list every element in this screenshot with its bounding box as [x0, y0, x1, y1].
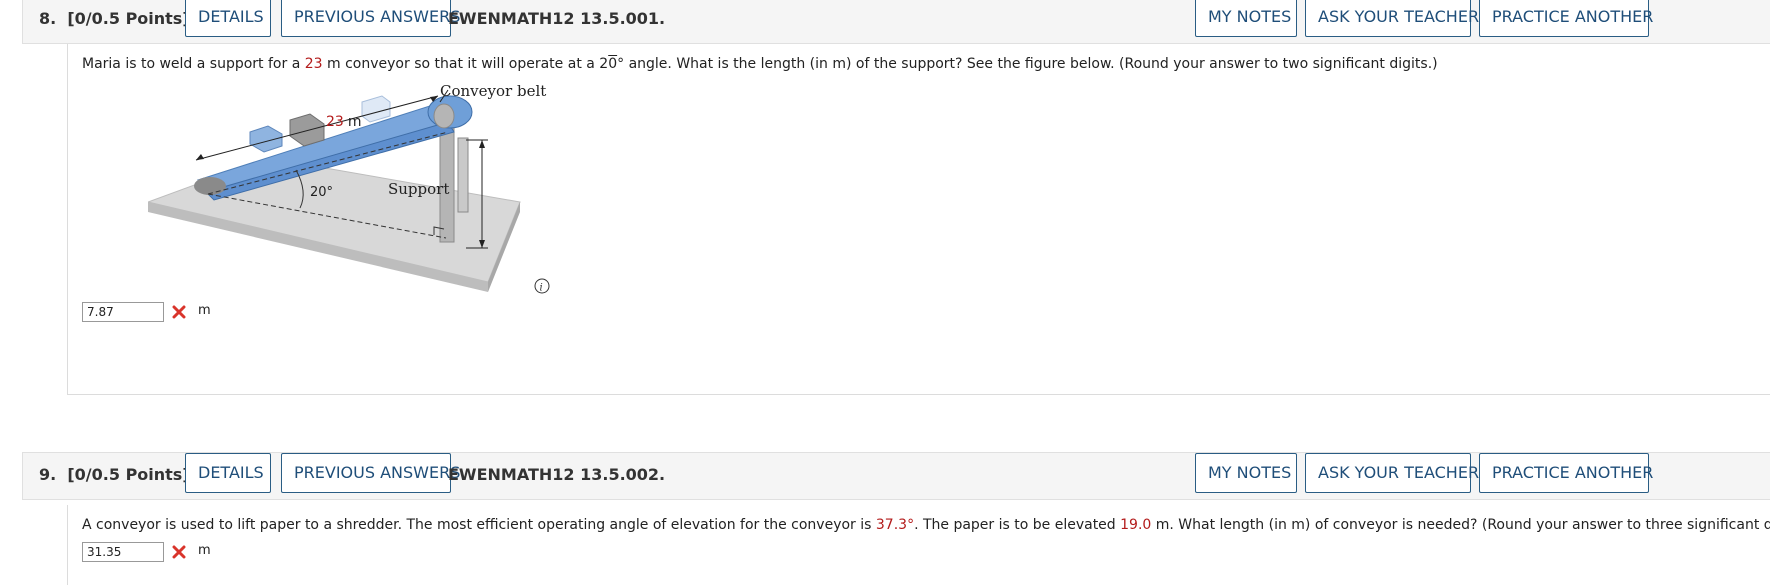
question-8-text: Maria is to weld a support for a 23 m co…: [82, 56, 1438, 72]
support-post-back: [457, 137, 469, 213]
question-8-header: 8. [0/0.5 Points] DETAILS PREVIOUS ANSWE…: [22, 0, 1770, 44]
conveyor-figure: Conveyor belt 23 m 20° Support i: [148, 82, 550, 294]
question-8-code: EWENMATH12 13.5.001.: [448, 9, 666, 28]
question-8-number: 8. [0/0.5 Points]: [39, 9, 190, 28]
question-9-text: A conveyor is used to lift paper to a sh…: [82, 517, 1770, 533]
question-9-code: EWENMATH12 13.5.002.: [448, 465, 666, 484]
practice-another-button[interactable]: PRACTICE ANOTHER: [1479, 453, 1653, 493]
belt-roller-bottom: [194, 177, 226, 195]
question-9-body: A conveyor is used to lift paper to a sh…: [67, 505, 1770, 585]
details-button[interactable]: DETAILS: [185, 0, 271, 37]
support-label: Support: [388, 180, 449, 198]
my-notes-button[interactable]: MY NOTES: [1195, 453, 1297, 493]
conveyor-belt-label: Conveyor belt: [440, 82, 546, 100]
practice-another-button[interactable]: PRACTICE ANOTHER: [1479, 0, 1653, 37]
my-notes-button[interactable]: MY NOTES: [1195, 0, 1297, 37]
ask-your-teacher-button[interactable]: ASK YOUR TEACHER: [1305, 453, 1479, 493]
svg-text:i: i: [540, 283, 543, 294]
info-icon[interactable]: i: [534, 278, 550, 294]
question-9-number: 9. [0/0.5 Points]: [39, 465, 190, 484]
given-height-value: 19.0: [1120, 517, 1152, 533]
details-button[interactable]: DETAILS: [185, 453, 271, 493]
answer-input[interactable]: [82, 542, 164, 562]
question-9-header: 9. [0/0.5 Points] DETAILS PREVIOUS ANSWE…: [22, 452, 1770, 500]
previous-answers-button[interactable]: PREVIOUS ANSWERS: [281, 453, 460, 493]
angle-label: 20°: [310, 185, 333, 200]
box-3: [361, 95, 391, 123]
wrong-x-icon: [172, 545, 186, 559]
box-2: [289, 113, 325, 147]
length-label: 23 m: [326, 114, 361, 130]
unit-label: m: [198, 543, 211, 558]
belt-roller-top-hub: [433, 103, 455, 129]
previous-answers-button[interactable]: PREVIOUS ANSWERS: [281, 0, 460, 37]
ask-your-teacher-button[interactable]: ASK YOUR TEACHER: [1305, 0, 1479, 37]
given-length-value: 23: [304, 56, 323, 72]
given-angle-value: 37.3°: [875, 517, 915, 533]
